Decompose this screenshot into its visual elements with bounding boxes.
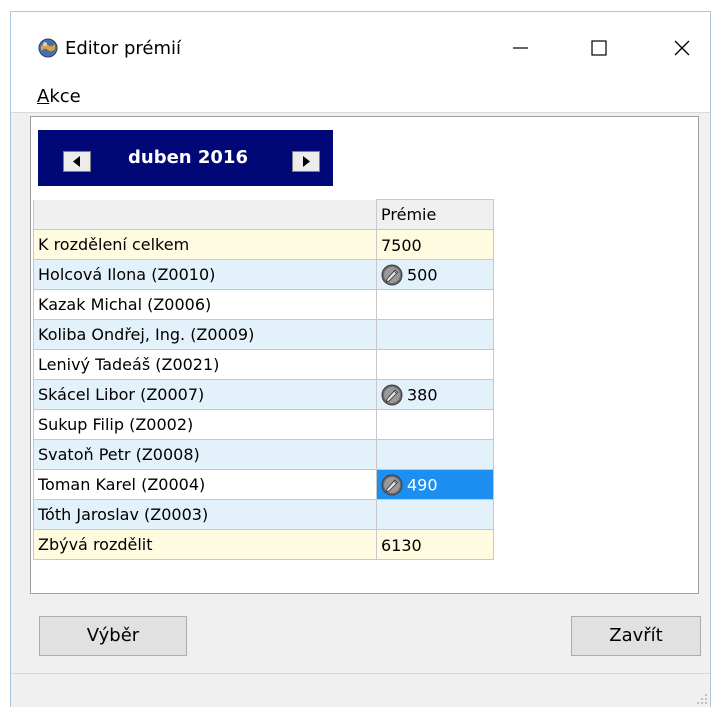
- summary-row[interactable]: K rozdělení celkem 7500: [33, 229, 494, 260]
- triangle-left-icon: [73, 156, 80, 167]
- grid-header-row: Prémie: [33, 199, 494, 230]
- month-label: duben 2016: [128, 147, 248, 168]
- status-bar: [11, 673, 710, 707]
- close-button[interactable]: Zavřít: [571, 616, 701, 656]
- row-name-cell[interactable]: Sukup Filip (Z0002): [33, 409, 377, 440]
- main-panel: duben 2016 Prémie K rozdělení celkem 7500…: [30, 116, 699, 594]
- minimize-button[interactable]: [495, 30, 545, 66]
- app-globe-icon: [38, 38, 58, 58]
- row-name-cell[interactable]: Holcová Ilona (Z0010): [33, 259, 377, 290]
- menu-bar: Akce: [11, 78, 710, 113]
- close-icon: [674, 40, 690, 56]
- bonus-value: 380: [407, 385, 438, 404]
- row-name-cell[interactable]: Tóth Jaroslav (Z0003): [33, 499, 377, 530]
- pencil-icon: [381, 384, 403, 405]
- summary-row[interactable]: Zbývá rozdělit 6130: [33, 529, 494, 560]
- next-month-button[interactable]: [292, 151, 320, 172]
- prev-month-button[interactable]: [63, 151, 91, 172]
- grid-body: K rozdělení celkem 7500 Holcová Ilona (Z00…: [33, 229, 494, 560]
- bonus-value-cell[interactable]: [376, 499, 494, 530]
- triangle-right-icon: [303, 156, 310, 167]
- resize-grip-icon[interactable]: [694, 691, 708, 705]
- row-name-cell[interactable]: Koliba Ondřej, Ing. (Z0009): [33, 319, 377, 350]
- bonus-value-cell[interactable]: [376, 349, 494, 380]
- menu-item-akce[interactable]: Akce: [37, 86, 81, 108]
- employee-row[interactable]: Koliba Ondřej, Ing. (Z0009): [33, 319, 494, 350]
- bonus-value: 500: [407, 265, 438, 284]
- bonus-value-cell[interactable]: 7500: [376, 229, 494, 260]
- menu-accel-letter: A: [37, 86, 50, 107]
- bonus-value-cell[interactable]: 380: [376, 379, 494, 410]
- row-name-cell[interactable]: Skácel Libor (Z0007): [33, 379, 377, 410]
- bonus-value: 6130: [381, 535, 422, 555]
- employee-row[interactable]: Svatoň Petr (Z0008): [33, 439, 494, 470]
- employee-row[interactable]: Skácel Libor (Z0007) 380: [33, 379, 494, 410]
- employee-row[interactable]: Holcová Ilona (Z0010) 500: [33, 259, 494, 290]
- row-name-cell[interactable]: K rozdělení celkem: [33, 229, 377, 260]
- bonus-value: 7500: [381, 235, 422, 255]
- select-button[interactable]: Výběr: [39, 616, 187, 656]
- bonus-value-cell[interactable]: 500: [376, 259, 494, 290]
- header-name-column: [33, 199, 377, 230]
- bonus-value-cell[interactable]: 490: [376, 469, 494, 500]
- bonus-value-cell[interactable]: [376, 319, 494, 350]
- row-name-cell[interactable]: Lenivý Tadeáš (Z0021): [33, 349, 377, 380]
- row-name-cell[interactable]: Zbývá rozdělit: [33, 529, 377, 560]
- menu-label-rest: kce: [49, 86, 81, 107]
- employee-row[interactable]: Kazak Michal (Z0006): [33, 289, 494, 320]
- employee-row[interactable]: Lenivý Tadeáš (Z0021): [33, 349, 494, 380]
- row-name-cell[interactable]: Kazak Michal (Z0006): [33, 289, 377, 320]
- maximize-button[interactable]: [574, 30, 624, 66]
- bonus-value-cell[interactable]: 6130: [376, 529, 494, 560]
- bonus-value: 490: [407, 475, 438, 494]
- pencil-icon: [381, 264, 403, 285]
- row-name-cell[interactable]: Toman Karel (Z0004): [33, 469, 377, 500]
- maximize-icon: [591, 40, 607, 56]
- window-title: Editor prémií: [65, 38, 182, 59]
- bonus-value-cell[interactable]: [376, 439, 494, 470]
- bonus-grid: Prémie K rozdělení celkem 7500 Holcová Ilo…: [33, 199, 494, 560]
- close-window-button[interactable]: [657, 30, 707, 66]
- pencil-icon: [381, 474, 403, 495]
- month-navigator: duben 2016: [38, 130, 333, 186]
- editor-window: Editor prémií Akce duben 2016 Prémie K r…: [10, 11, 711, 707]
- employee-row[interactable]: Toman Karel (Z0004) 490: [33, 469, 494, 500]
- employee-row[interactable]: Tóth Jaroslav (Z0003): [33, 499, 494, 530]
- row-name-cell[interactable]: Svatoň Petr (Z0008): [33, 439, 377, 470]
- title-bar[interactable]: Editor prémií: [11, 12, 710, 78]
- bonus-value-cell[interactable]: [376, 409, 494, 440]
- minimize-icon: [513, 47, 528, 49]
- header-bonus-column[interactable]: Prémie: [376, 199, 494, 230]
- bonus-value-cell[interactable]: [376, 289, 494, 320]
- employee-row[interactable]: Sukup Filip (Z0002): [33, 409, 494, 440]
